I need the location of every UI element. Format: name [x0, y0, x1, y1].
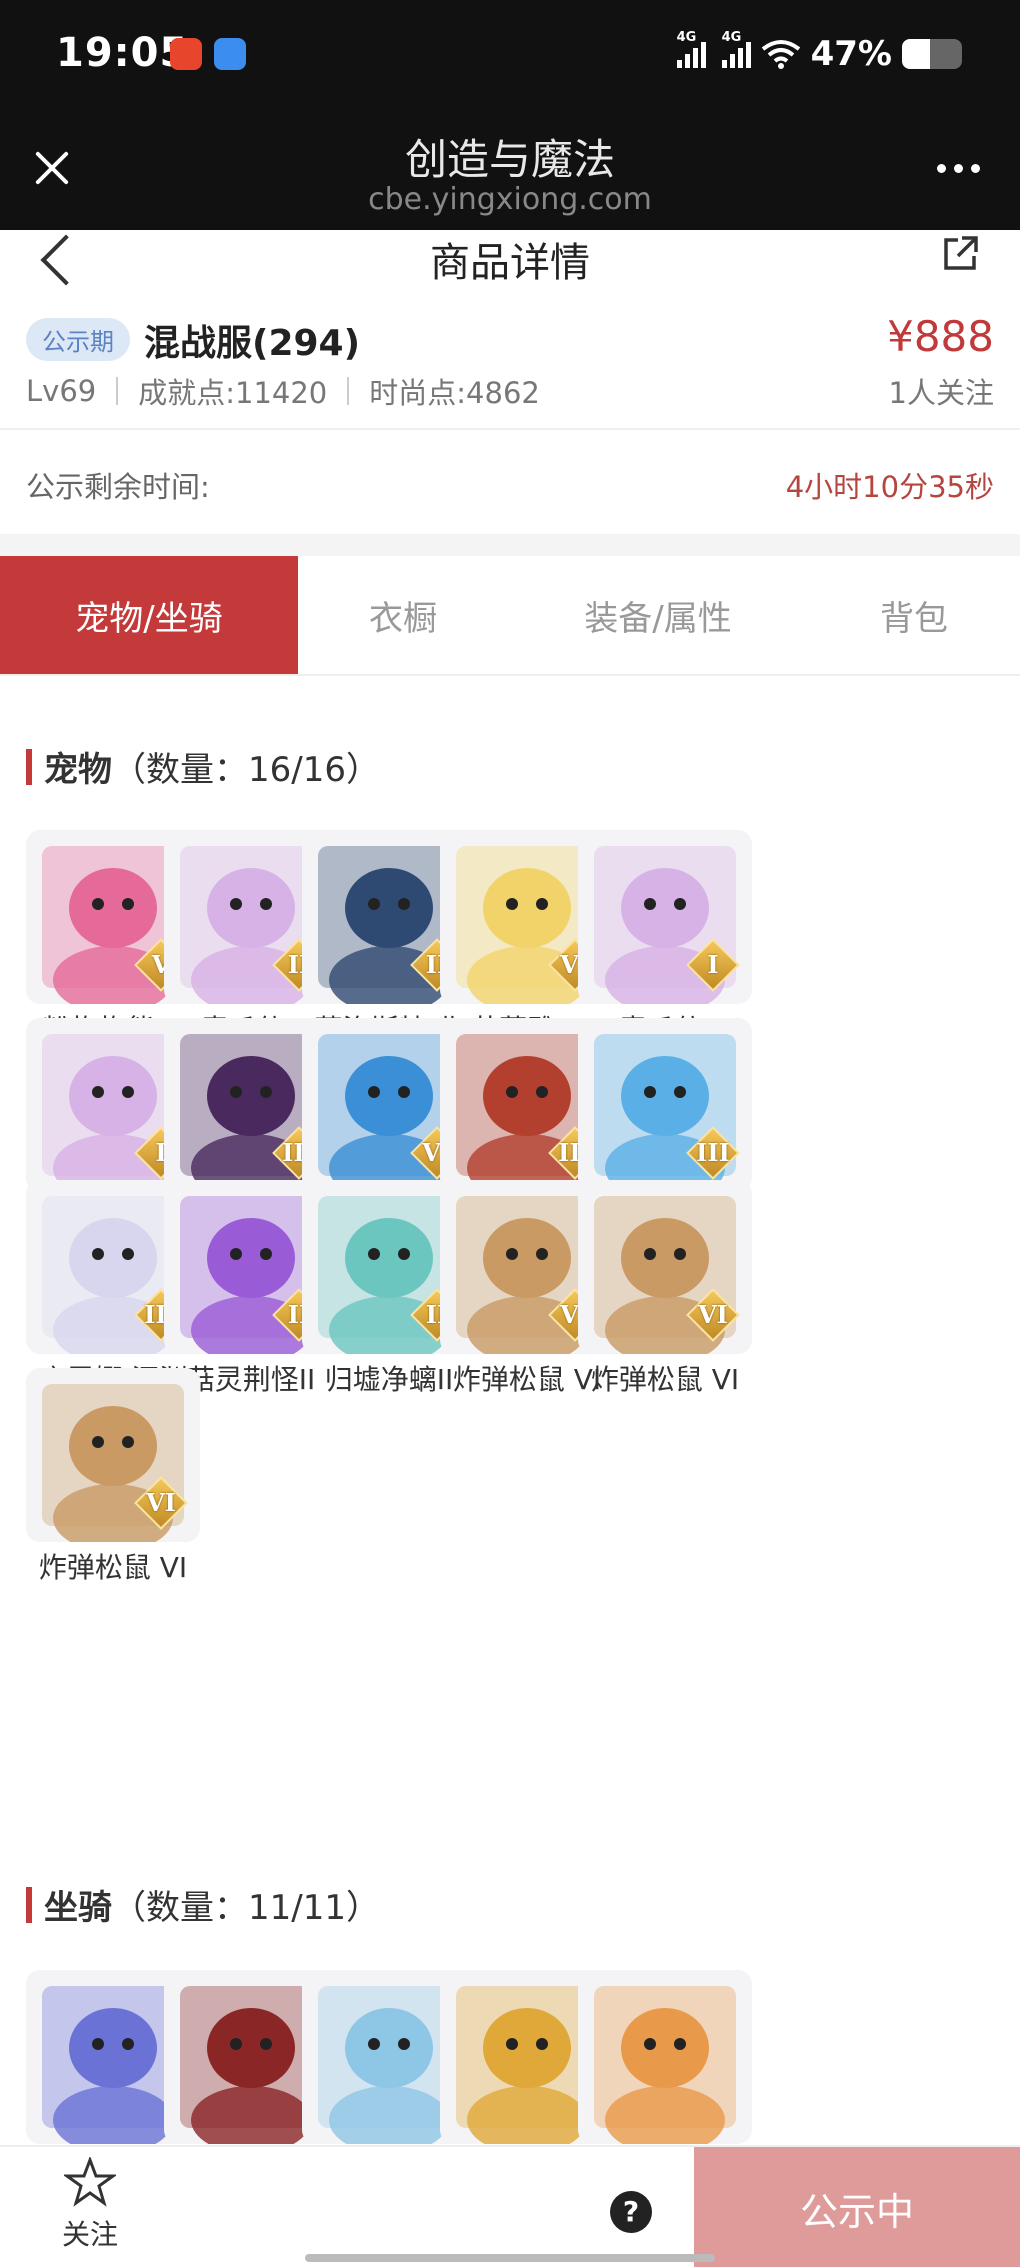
achievement-points: 成就点:11420	[138, 376, 328, 410]
tab-bag[interactable]: 背包	[808, 556, 1020, 674]
battery-icon	[902, 39, 962, 69]
server-name: 混战服(294)	[144, 323, 361, 364]
page-title: 商品详情	[430, 240, 590, 286]
pet-name: 炸弹松鼠 VI	[38, 1551, 188, 1584]
signal-icon: 4G	[676, 30, 706, 68]
question-icon[interactable]: ?	[610, 2191, 652, 2233]
more-icon[interactable]	[937, 164, 980, 173]
pet-item[interactable]: VI 炸弹松鼠 VI	[578, 1180, 752, 1398]
follower-count: 1人关注	[888, 376, 994, 410]
pet-item[interactable]: VI 炸弹松鼠 VI	[26, 1368, 200, 1586]
battery-percent: 47%	[810, 34, 892, 74]
star-icon	[62, 2155, 118, 2207]
mount-item[interactable]	[578, 1970, 752, 2144]
divider	[0, 534, 1020, 556]
bottom-bar: 关注 ? 公示中	[0, 2145, 1020, 2267]
section-name: 坐骑	[44, 1888, 112, 1928]
browser-title-bar: 创造与魔法 cbe.yingxiong.com	[0, 118, 1020, 230]
blue-app-icon	[214, 38, 246, 70]
tab-equipment[interactable]: 装备/属性	[508, 556, 808, 674]
item-thumbnail: VI	[26, 1368, 200, 1542]
tab-wardrobe[interactable]: 衣橱	[298, 556, 508, 674]
product-info: 公示期 混战服(294) Lv69 成就点:11420 时尚点:4862 ¥88…	[0, 308, 1020, 428]
tab-pets-mounts[interactable]: 宠物/坐骑	[0, 556, 298, 674]
status-badge: 公示期	[26, 318, 130, 361]
status-bar: 19:05 4G 4G 47%	[0, 0, 1020, 118]
item-thumbnail: III	[578, 1018, 752, 1192]
item-thumbnail: VI	[578, 1180, 752, 1354]
pet-item[interactable]: I青丘仙I	[578, 830, 752, 1048]
home-indicator	[305, 2254, 715, 2262]
section-count: （数量：11/11）	[112, 1888, 380, 1928]
status-time: 19:05	[56, 30, 189, 76]
public-status-button[interactable]: 公示中	[694, 2147, 1020, 2267]
mounts-section-title: 坐骑 （数量：11/11）	[26, 1880, 380, 1929]
rank-badge: VI	[686, 1288, 740, 1342]
browser-url: cbe.yingxiong.com	[368, 182, 652, 217]
rank-badge: VI	[134, 1476, 188, 1530]
share-icon[interactable]	[940, 234, 980, 274]
pets-section-title: 宠物 （数量：16/16）	[26, 742, 380, 791]
item-thumbnail	[578, 1970, 752, 2144]
follow-label: 关注	[61, 2218, 118, 2251]
divider	[0, 428, 1020, 430]
countdown-row: 公示剩余时间: 4小时10分35秒	[0, 432, 1020, 534]
countdown-label: 公示剩余时间:	[26, 470, 210, 504]
tab-bar: 宠物/坐骑 衣橱 装备/属性 背包	[0, 556, 1020, 676]
browser-title: 创造与魔法	[404, 135, 615, 184]
level: Lv69	[26, 374, 97, 408]
price: ¥888	[887, 312, 994, 361]
section-count: （数量：16/16）	[112, 750, 380, 790]
status-indicators: 4G 4G 47%	[676, 30, 962, 74]
wifi-icon	[761, 40, 800, 69]
account-stats: Lv69 成就点:11420 时尚点:4862	[26, 370, 540, 412]
follow-button[interactable]: 关注	[48, 2155, 132, 2253]
section-name: 宠物	[44, 750, 112, 790]
rank-badge: III	[686, 1126, 740, 1180]
fashion-points: 时尚点:4862	[369, 376, 540, 410]
page-header: 商品详情	[0, 230, 1020, 308]
rank-badge: I	[686, 938, 740, 992]
red-app-icon	[170, 38, 202, 70]
pet-name: 炸弹松鼠 VI	[590, 1363, 740, 1396]
item-thumbnail: I	[578, 830, 752, 1004]
signal-icon: 4G	[721, 30, 751, 68]
countdown-value: 4小时10分35秒	[785, 470, 994, 504]
